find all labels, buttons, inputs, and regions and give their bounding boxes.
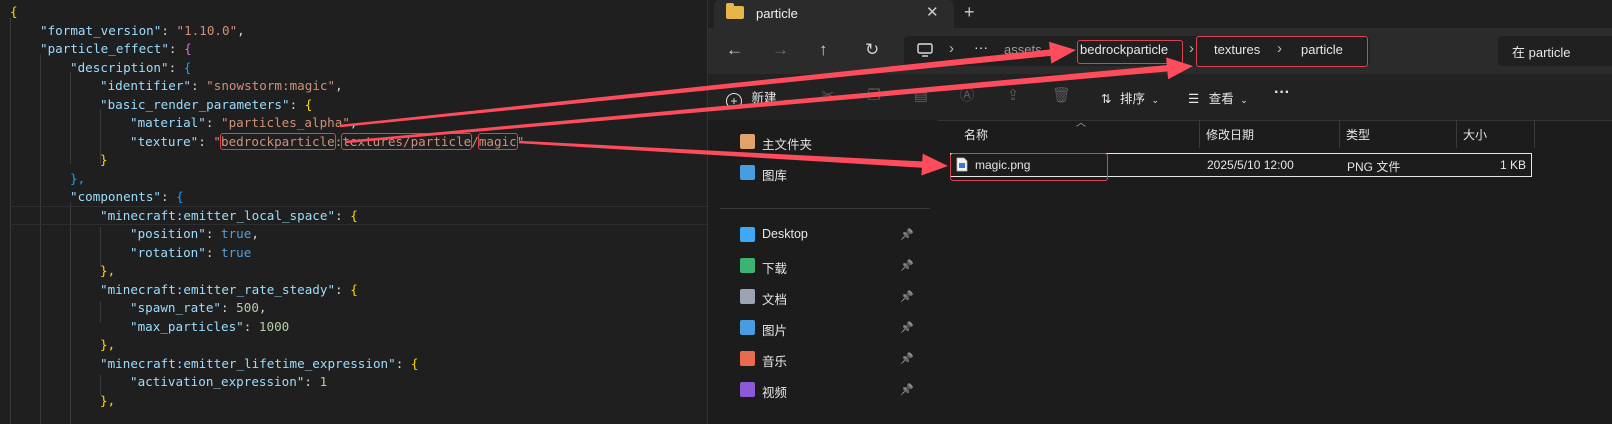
arrow-to-textures-particle [344,57,1193,144]
arrow-to-magic-png [518,140,948,176]
annotation-arrows [339,41,1193,176]
